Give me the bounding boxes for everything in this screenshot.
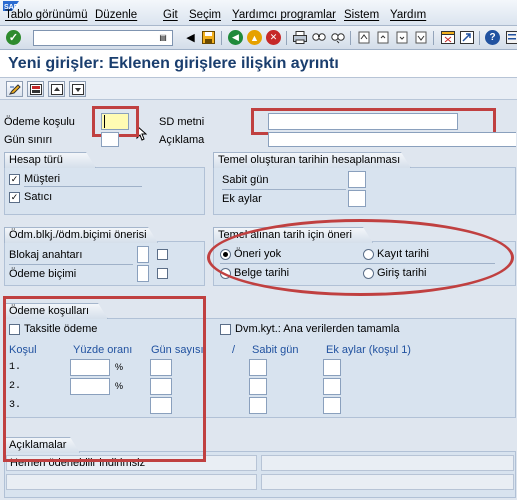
layout-icon[interactable] [504,30,517,45]
master-data-checkbox[interactable] [220,324,231,335]
extra-months-input[interactable] [323,359,341,376]
day-limit-input[interactable] [101,132,119,147]
next-entry-icon[interactable] [69,81,86,97]
toolbar-separator [286,31,287,45]
toolbar-separator [350,31,351,45]
menu-system[interactable]: Sistem [344,9,379,21]
command-history-icon[interactable]: ▤ [157,31,169,43]
menu-utilities[interactable]: Yardımcı programlar [232,9,336,21]
highlight-sd-text [251,108,496,135]
menu-goto[interactable]: Git [163,9,178,21]
menu-selection[interactable]: Seçim [189,9,221,21]
extra-months-label: Ek aylar [222,193,262,205]
menu-help[interactable]: Yardım [390,9,426,21]
row-divider [24,186,142,187]
back-icon[interactable]: ◀ [228,30,243,45]
menu-bar: SAP Tablo görünümü Düzenle Git Seçim Yar… [0,0,517,26]
extra-months-input[interactable] [323,397,341,414]
back-arrow-icon[interactable]: ◀ [183,30,198,45]
fixed-day-input[interactable] [249,397,267,414]
day-limit-label: Gün sınırı [4,134,53,146]
display-change-icon[interactable] [6,81,23,97]
page-title: Yeni girişler: Eklenen girişlere ilişkin… [8,55,339,72]
row-divider [9,264,133,265]
payment-method-input[interactable] [137,265,149,282]
description-label: Açıklama [159,134,205,146]
row-divider [222,189,346,190]
explanation-line-2b [261,474,514,490]
explanation-line-1b [261,455,514,471]
menu-table-view[interactable]: Tablo görünümü [5,9,87,21]
vendor-checkbox[interactable]: ✓ [9,192,20,203]
select-all-icon[interactable] [27,81,44,97]
exit-icon[interactable]: ▲ [247,30,262,45]
command-field[interactable] [33,30,173,46]
customer-label: Müşteri [24,173,61,185]
fixed-day-label: Sabit gün [222,174,269,186]
find-icon[interactable] [311,30,326,45]
payment-method-checkbox[interactable] [157,268,168,279]
fixed-day-input[interactable] [348,171,366,188]
highlight-payment-terms [3,296,206,462]
master-data-label: Dvm.kyt.: Ana verilerden tamamla [235,323,400,335]
previous-page-icon[interactable] [375,30,390,45]
baseline-calc-title: Temel oluşturan tarihin hesaplanması [213,152,411,168]
fixed-day-input[interactable] [249,359,267,376]
help-icon[interactable]: ? [485,30,500,45]
menu-edit[interactable]: Düzenle [95,9,137,21]
vendor-label: Satıcı [24,191,53,203]
save-icon[interactable] [201,30,216,45]
sd-text-label: SD metni [159,116,205,128]
print-icon[interactable] [292,30,307,45]
col-fixed-day-header: Sabit gün [252,344,299,356]
first-page-icon[interactable] [356,30,371,45]
application-toolbar [0,78,517,100]
payment-method-label: Ödeme biçimi [9,268,77,280]
toolbar-separator [221,31,222,45]
highlight-baseline-default [207,219,514,296]
account-type-title: Hesap türü [4,152,96,168]
extra-months-input[interactable] [323,378,341,395]
last-page-icon[interactable] [413,30,428,45]
cancel-icon[interactable]: ✕ [266,30,281,45]
block-key-checkbox[interactable] [157,249,168,260]
find-next-icon[interactable] [330,30,345,45]
block-key-input[interactable] [137,246,149,263]
payment-term-label: Ödeme koşulu [4,116,75,128]
next-page-icon[interactable] [394,30,409,45]
system-toolbar: ✓ ▤ ◀ ◀ ▲ ✕ ? [0,26,517,50]
col-slash-header: / [232,344,236,356]
previous-entry-icon[interactable] [48,81,65,97]
description-input[interactable] [268,132,516,147]
col-extra-months-header: Ek aylar (koşul 1) [326,344,411,356]
new-session-icon[interactable] [440,30,455,45]
block-key-label: Blokaj anahtarı [9,249,83,261]
toolbar-separator [479,31,480,45]
enter-icon[interactable]: ✓ [6,30,21,45]
fixed-day-input[interactable] [249,378,267,395]
shortcut-icon[interactable] [459,30,474,45]
explanation-line-2 [6,474,257,490]
title-bar: Yeni girişler: Eklenen girişlere ilişkin… [0,50,517,78]
customer-checkbox[interactable]: ✓ [9,174,20,185]
toolbar-separator [433,31,434,45]
extra-months-input[interactable] [348,190,366,207]
payment-block-title: Ödm.blkj./ödm.biçimi önerisi [4,227,158,243]
